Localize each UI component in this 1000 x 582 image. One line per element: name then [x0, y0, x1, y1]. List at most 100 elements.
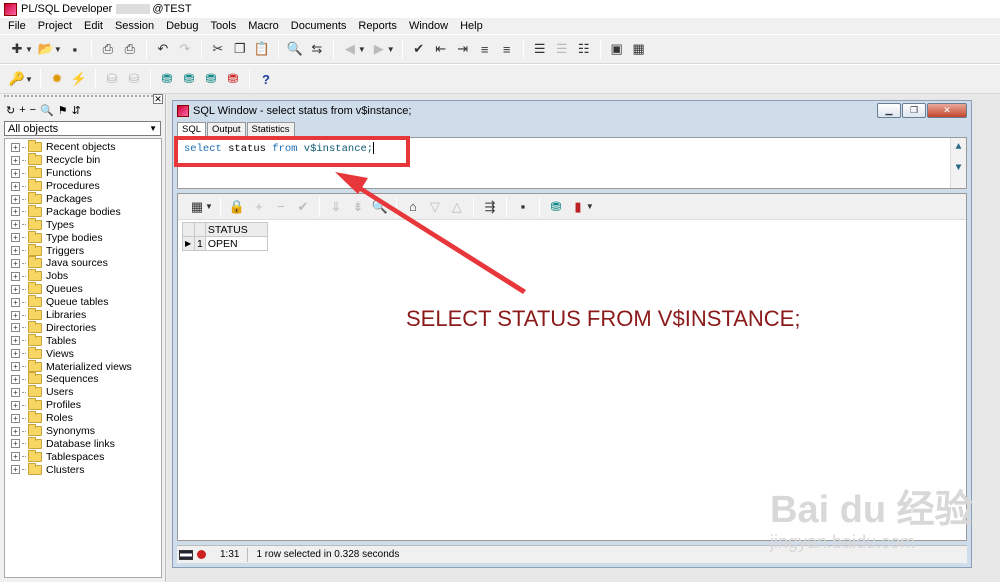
expand-icon[interactable]: +: [11, 374, 20, 384]
lock-icon[interactable]: 🔒: [226, 196, 248, 218]
break-icon[interactable]: ⚡: [68, 68, 90, 90]
expand-icon[interactable]: +: [11, 284, 20, 294]
expand-icon[interactable]: +: [11, 349, 20, 359]
menu-reports[interactable]: Reports: [352, 20, 403, 32]
expand-icon[interactable]: +: [11, 194, 20, 204]
tree-item[interactable]: + Queue tables: [5, 295, 161, 309]
expand-icon[interactable]: +: [11, 452, 20, 462]
tree-item[interactable]: + Jobs: [5, 269, 161, 283]
menu-macro[interactable]: Macro: [242, 20, 285, 32]
new-dropdown-icon[interactable]: ▼: [25, 45, 33, 54]
refresh-icon[interactable]: ↻: [6, 104, 15, 117]
find-icon[interactable]: 🔍: [369, 196, 391, 218]
expand-icon[interactable]: +: [11, 439, 20, 449]
tab-sql[interactable]: SQL: [177, 122, 207, 136]
tree-item[interactable]: + Database links: [5, 436, 161, 450]
grid-column-status[interactable]: STATUS: [204, 222, 268, 237]
expand-icon[interactable]: +: [11, 362, 20, 372]
expand-icon[interactable]: +: [11, 246, 20, 256]
expand-icon[interactable]: +: [11, 220, 20, 230]
copy-icon[interactable]: ❐: [229, 38, 251, 60]
filter-down-icon[interactable]: ▽: [424, 196, 446, 218]
restore-button[interactable]: ❐: [902, 103, 926, 118]
db-command-icon[interactable]: ⛃: [200, 68, 222, 90]
paste-icon[interactable]: 📋: [251, 38, 273, 60]
menu-edit[interactable]: Edit: [78, 20, 109, 32]
uncomment-icon[interactable]: ☰: [551, 38, 573, 60]
save-icon[interactable]: ▪: [64, 38, 86, 60]
expand-icon[interactable]: +: [11, 142, 20, 152]
menu-session[interactable]: Session: [109, 20, 160, 32]
tree-item[interactable]: + Packages: [5, 192, 161, 206]
tree-item[interactable]: + Directories: [5, 320, 161, 334]
print-setup-icon[interactable]: ⎙: [119, 38, 141, 60]
export-icon[interactable]: ⛃: [545, 196, 567, 218]
tree-item[interactable]: + Type bodies: [5, 230, 161, 244]
add-record-icon[interactable]: +: [248, 196, 270, 218]
expand-icon[interactable]: +: [11, 465, 20, 475]
menu-debug[interactable]: Debug: [160, 20, 204, 32]
check-icon[interactable]: ✔: [408, 38, 430, 60]
tree-item[interactable]: + Profiles: [5, 398, 161, 412]
execute-icon[interactable]: ✹: [46, 68, 68, 90]
db-explain-icon[interactable]: ⛃: [222, 68, 244, 90]
tab-statistics[interactable]: Statistics: [246, 122, 295, 136]
delete-record-icon[interactable]: −: [270, 196, 292, 218]
query-by-example-icon[interactable]: ⌂: [402, 196, 424, 218]
undo-icon[interactable]: ↶: [152, 38, 174, 60]
expand-icon[interactable]: +: [11, 207, 20, 217]
grid-dropdown-icon[interactable]: ▼: [205, 202, 213, 211]
comment-icon[interactable]: ☰: [529, 38, 551, 60]
expand-icon[interactable]: +: [11, 426, 20, 436]
rollback-icon[interactable]: ⛁: [123, 68, 145, 90]
remove-icon[interactable]: −: [30, 104, 36, 116]
scroll-up-icon[interactable]: ▲: [951, 142, 966, 153]
help-icon[interactable]: ?: [255, 68, 277, 90]
sql-window-titlebar[interactable]: SQL Window - select status from v$instan…: [173, 101, 971, 121]
cut-icon[interactable]: ✂: [207, 38, 229, 60]
editor-scrollbar[interactable]: ▲ ▼: [950, 138, 966, 188]
tab-output[interactable]: Output: [207, 122, 246, 136]
tree-item[interactable]: + Recent objects: [5, 140, 161, 154]
expand-icon[interactable]: +: [11, 387, 20, 397]
tree-item[interactable]: + Sequences: [5, 372, 161, 386]
expand-icon[interactable]: +: [11, 271, 20, 281]
tree-item[interactable]: + Procedures: [5, 179, 161, 193]
last-page-icon[interactable]: ⇟: [347, 196, 369, 218]
tree-item[interactable]: + Materialized views: [5, 359, 161, 373]
forward-dropdown-icon[interactable]: ▼: [387, 45, 395, 54]
expand-icon[interactable]: +: [11, 310, 20, 320]
back-dropdown-icon[interactable]: ▼: [358, 45, 366, 54]
single-record-icon[interactable]: ⇶: [479, 196, 501, 218]
tree-item[interactable]: + Functions: [5, 166, 161, 180]
sort-icon[interactable]: ⇵: [72, 104, 81, 117]
expand-icon[interactable]: +: [11, 155, 20, 165]
tree-item[interactable]: + Queues: [5, 282, 161, 296]
commit-icon[interactable]: ⛁: [101, 68, 123, 90]
grid-cell[interactable]: OPEN: [204, 236, 268, 251]
expand-icon[interactable]: +: [11, 297, 20, 307]
tree-item[interactable]: + Recycle bin: [5, 153, 161, 167]
format-icon[interactable]: ☷: [573, 38, 595, 60]
print-icon[interactable]: ⎙: [97, 38, 119, 60]
tree-item[interactable]: + Types: [5, 217, 161, 231]
tree-item[interactable]: + Roles: [5, 411, 161, 425]
expand-icon[interactable]: +: [11, 336, 20, 346]
find-icon[interactable]: 🔍: [40, 104, 54, 117]
tree-item[interactable]: + Libraries: [5, 308, 161, 322]
save-results-icon[interactable]: ▪: [512, 196, 534, 218]
post-icon[interactable]: ✔: [292, 196, 314, 218]
next-page-icon[interactable]: ⇓: [325, 196, 347, 218]
minimize-button[interactable]: ▁: [877, 103, 901, 118]
filter-icon[interactable]: ⚑: [58, 104, 68, 117]
menu-tools[interactable]: Tools: [205, 20, 243, 32]
menu-window[interactable]: Window: [403, 20, 454, 32]
menu-help[interactable]: Help: [454, 20, 489, 32]
object-filter-select[interactable]: All objects ▼: [4, 121, 161, 136]
expand-icon[interactable]: +: [11, 181, 20, 191]
close-panel-icon[interactable]: ✕: [153, 94, 163, 104]
expand-icon[interactable]: +: [11, 258, 20, 268]
tree-item[interactable]: + Users: [5, 385, 161, 399]
tile-icon[interactable]: ▦: [628, 38, 650, 60]
lowercase-icon[interactable]: ≡: [496, 38, 518, 60]
